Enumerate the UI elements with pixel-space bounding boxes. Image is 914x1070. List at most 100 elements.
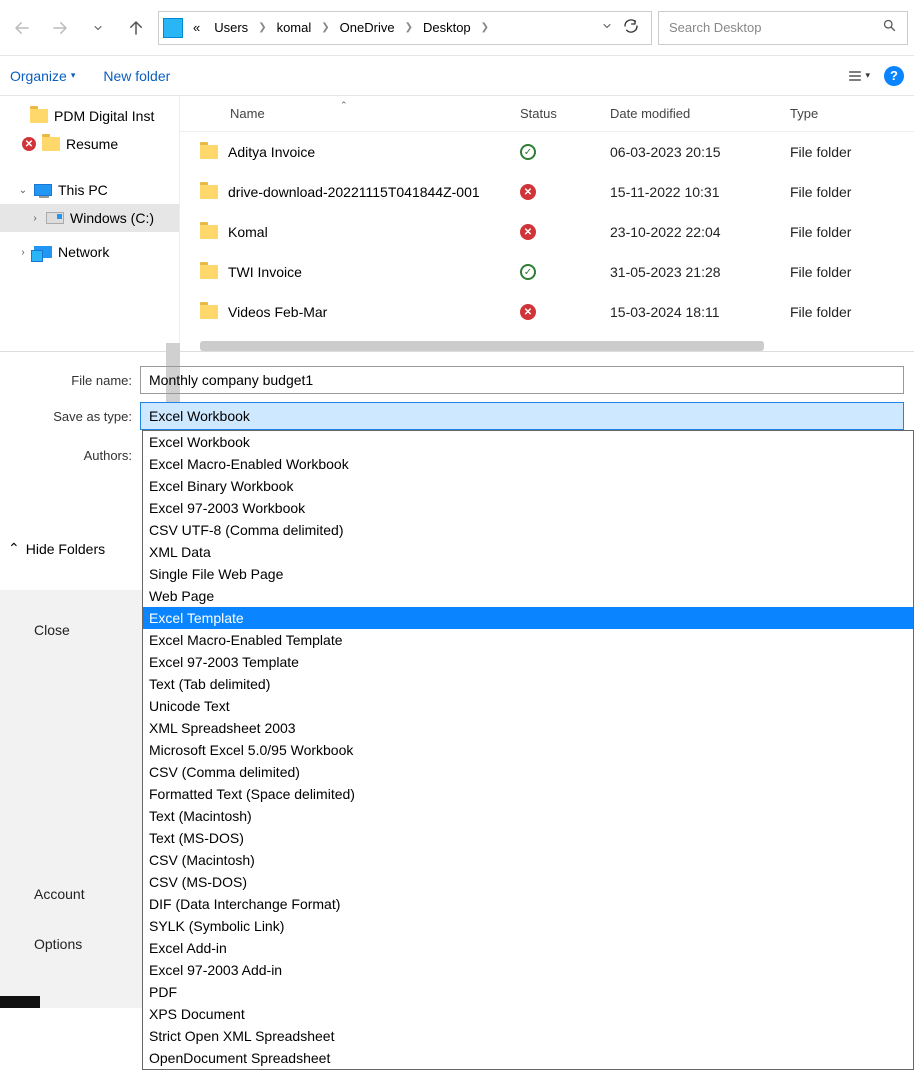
help-button[interactable]: ? <box>884 66 904 86</box>
breadcrumb-item[interactable]: OneDrive <box>334 16 401 39</box>
save-as-type-label: Save as type: <box>10 409 140 424</box>
breadcrumb-item[interactable]: Desktop <box>417 16 477 39</box>
file-name-text: Aditya Invoice <box>228 144 315 160</box>
chevron-right-icon[interactable]: › <box>30 213 40 224</box>
recent-locations-dropdown[interactable] <box>82 12 114 44</box>
refresh-button[interactable] <box>615 14 647 42</box>
column-headers: ⌃ Name Status Date modified Type <box>180 96 914 132</box>
sidebar-item-resume[interactable]: ✕ Resume <box>0 130 179 158</box>
file-status-cell: ✓ <box>510 264 600 280</box>
file-type-option[interactable]: Excel Macro-Enabled Template <box>143 629 913 651</box>
file-type-option[interactable]: CSV (MS-DOS) <box>143 871 913 893</box>
chevron-right-icon[interactable]: › <box>18 247 28 258</box>
status-error-icon: ✕ <box>520 304 536 320</box>
breadcrumb-item[interactable]: komal <box>271 16 318 39</box>
file-type-option[interactable]: Formatted Text (Space delimited) <box>143 783 913 805</box>
file-type-cell: File folder <box>780 224 900 240</box>
column-header-type[interactable]: Type <box>780 106 900 121</box>
file-type-option[interactable]: XML Data <box>143 541 913 563</box>
file-type-option[interactable]: Excel Add-in <box>143 937 913 959</box>
file-type-option[interactable]: Unicode Text <box>143 695 913 717</box>
sidebar-item-network[interactable]: › Network <box>0 238 179 266</box>
table-row[interactable]: Videos Feb-Mar✕15-03-2024 18:11File fold… <box>180 292 914 332</box>
file-type-option[interactable]: CSV UTF-8 (Comma delimited) <box>143 519 913 541</box>
file-type-option[interactable]: Excel Macro-Enabled Workbook <box>143 453 913 475</box>
file-date-cell: 15-11-2022 10:31 <box>600 184 780 200</box>
sidebar-item-label: This PC <box>58 182 108 198</box>
file-type-option[interactable]: Text (Macintosh) <box>143 805 913 827</box>
breadcrumb-prefix[interactable]: « <box>187 16 206 39</box>
file-type-option[interactable]: Text (MS-DOS) <box>143 827 913 849</box>
file-status-cell: ✕ <box>510 184 600 200</box>
sidebar-item-this-pc[interactable]: ⌄ This PC <box>0 176 179 204</box>
status-synced-icon: ✓ <box>520 264 536 280</box>
sidebar-item-label: PDM Digital Inst <box>54 108 154 124</box>
folder-icon <box>200 145 218 159</box>
file-type-option[interactable]: Excel 97-2003 Workbook <box>143 497 913 519</box>
file-name-text: Videos Feb-Mar <box>228 304 327 320</box>
command-bar: Organize ▾ New folder ▾ ? <box>0 56 914 96</box>
search-input[interactable]: Search Desktop <box>658 11 908 45</box>
file-type-option[interactable]: Excel 97-2003 Add-in <box>143 959 913 981</box>
sidebar-item-pdm[interactable]: PDM Digital Inst <box>0 102 179 130</box>
file-name-input[interactable]: Monthly company budget1 <box>140 366 904 394</box>
file-type-option[interactable]: Microsoft Excel 5.0/95 Workbook <box>143 739 913 761</box>
column-header-status[interactable]: Status <box>510 106 600 121</box>
breadcrumb-item[interactable]: Users <box>208 16 254 39</box>
new-folder-button[interactable]: New folder <box>103 68 170 84</box>
file-date-cell: 31-05-2023 21:28 <box>600 264 780 280</box>
file-type-option[interactable]: XML Spreadsheet 2003 <box>143 717 913 739</box>
file-type-option[interactable]: XPS Document <box>143 1003 913 1025</box>
hide-folders-label: Hide Folders <box>26 541 105 557</box>
sidebar-item-label: Resume <box>66 136 118 152</box>
file-type-option[interactable]: CSV (Comma delimited) <box>143 761 913 783</box>
file-type-option[interactable]: Excel Binary Workbook <box>143 475 913 497</box>
file-type-option[interactable]: Excel 97-2003 Template <box>143 651 913 673</box>
file-type-option[interactable]: Excel Workbook <box>143 431 913 453</box>
address-history-dropdown[interactable] <box>593 16 609 39</box>
file-name-cell: drive-download-20221115T041844Z-001 <box>180 184 510 200</box>
save-as-type-dropdown[interactable]: Excel WorkbookExcel Macro-Enabled Workbo… <box>142 430 914 1070</box>
table-row[interactable]: drive-download-20221115T041844Z-001✕15-1… <box>180 172 914 212</box>
file-type-option[interactable]: DIF (Data Interchange Format) <box>143 893 913 915</box>
account-link[interactable]: Account <box>34 886 85 902</box>
file-type-option[interactable]: Excel Template <box>143 607 913 629</box>
back-button[interactable] <box>6 12 38 44</box>
folder-icon <box>200 185 218 199</box>
close-button[interactable]: Close <box>34 622 70 638</box>
table-row[interactable]: Aditya Invoice✓06-03-2023 20:15File fold… <box>180 132 914 172</box>
file-name-cell: TWI Invoice <box>180 264 510 280</box>
file-type-option[interactable]: OpenDocument Spreadsheet <box>143 1047 913 1069</box>
chevron-down-icon[interactable]: ⌄ <box>18 185 28 196</box>
view-options-button[interactable]: ▾ <box>843 64 874 88</box>
file-type-option[interactable]: Single File Web Page <box>143 563 913 585</box>
taskbar-fragment <box>0 996 40 1008</box>
file-type-option[interactable]: Web Page <box>143 585 913 607</box>
file-type-option[interactable]: PDF <box>143 981 913 1003</box>
organize-label: Organize <box>10 68 67 84</box>
file-type-option[interactable]: Text (Tab delimited) <box>143 673 913 695</box>
column-header-name[interactable]: ⌃ Name <box>180 106 510 121</box>
horizontal-scrollbar[interactable] <box>200 341 764 351</box>
file-type-cell: File folder <box>780 184 900 200</box>
table-row[interactable]: TWI Invoice✓31-05-2023 21:28File folder <box>180 252 914 292</box>
organize-menu[interactable]: Organize ▾ <box>10 68 75 84</box>
file-status-cell: ✕ <box>510 224 600 240</box>
sidebar-item-label: Network <box>58 244 109 260</box>
sidebar-item-windows-c[interactable]: › Windows (C:) <box>0 204 179 232</box>
file-type-option[interactable]: CSV (Macintosh) <box>143 849 913 871</box>
file-type-option[interactable]: Strict Open XML Spreadsheet <box>143 1025 913 1047</box>
column-header-date[interactable]: Date modified <box>600 106 780 121</box>
chevron-down-icon: ▾ <box>71 70 76 81</box>
hide-folders-button[interactable]: ⌃ Hide Folders <box>8 540 105 557</box>
up-button[interactable] <box>120 12 152 44</box>
table-row[interactable]: Komal✕23-10-2022 22:04File folder <box>180 212 914 252</box>
address-bar[interactable]: « Users ❯ komal ❯ OneDrive ❯ Desktop ❯ <box>158 11 652 45</box>
status-synced-icon: ✓ <box>520 144 536 160</box>
navigation-pane: PDM Digital Inst ✕ Resume ⌄ This PC › Wi… <box>0 96 180 351</box>
file-name-text: Komal <box>228 224 268 240</box>
forward-button[interactable] <box>44 12 76 44</box>
file-type-option[interactable]: SYLK (Symbolic Link) <box>143 915 913 937</box>
options-link[interactable]: Options <box>34 936 82 952</box>
save-as-type-combo[interactable]: Excel Workbook <box>140 402 904 430</box>
